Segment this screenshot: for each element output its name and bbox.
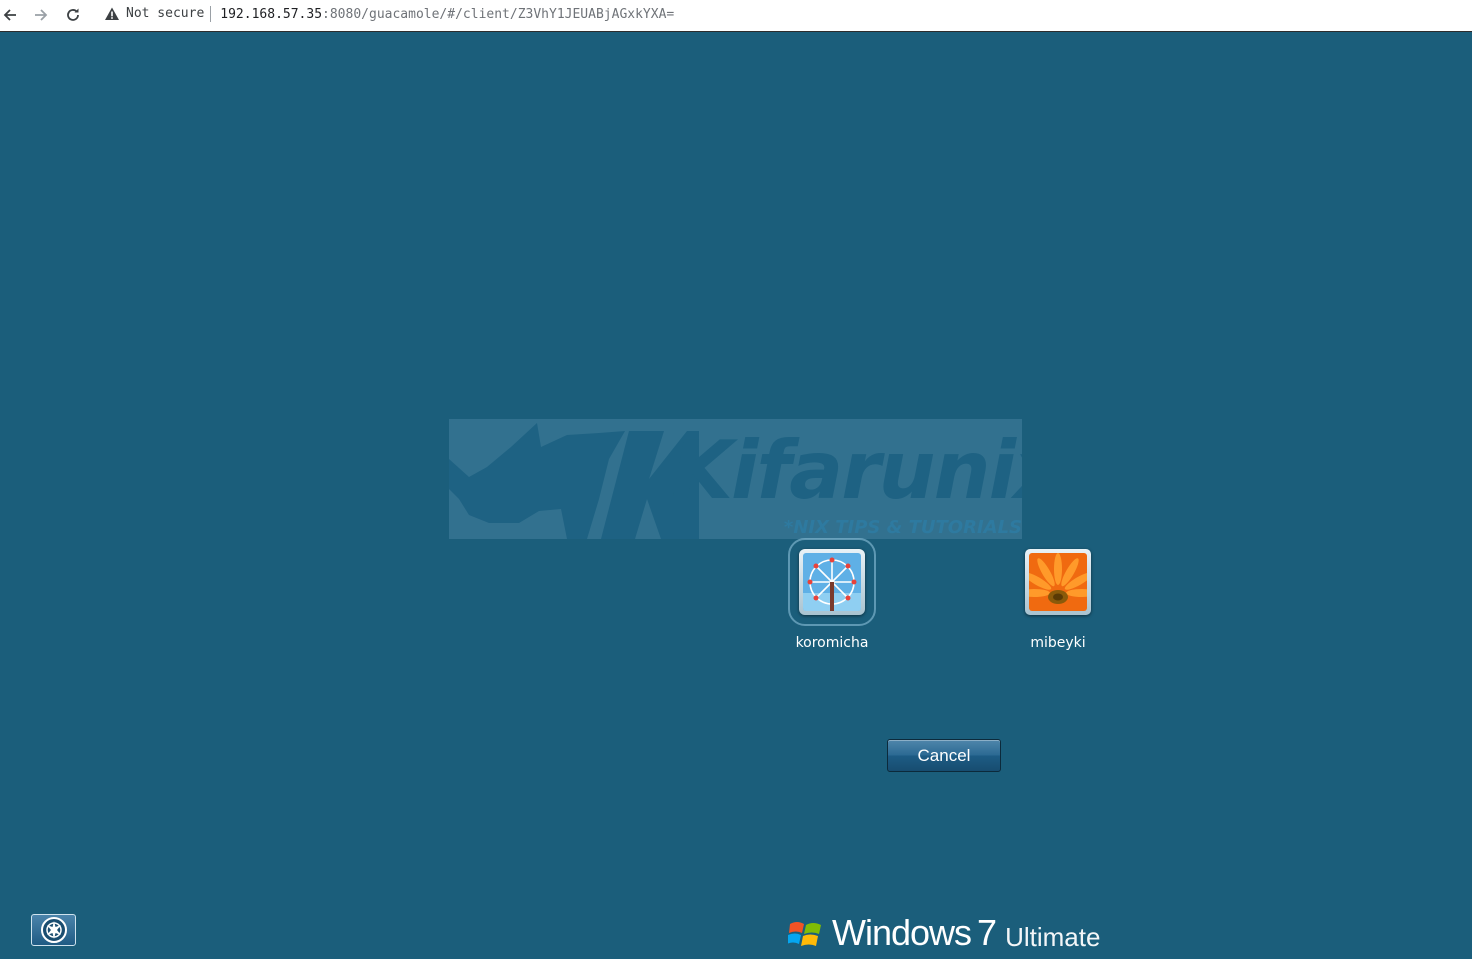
orange-flower-icon <box>1029 553 1087 611</box>
cancel-button[interactable]: Cancel <box>887 739 1001 772</box>
browser-toolbar: Not secure 192.168.57.35:8080/guacamole/… <box>0 0 1472 32</box>
reload-button[interactable] <box>61 3 85 27</box>
watermark-tagline: *NIX TIPS & TUTORIALS <box>783 517 1022 538</box>
url-text[interactable]: 192.168.57.35:8080/guacamole/#/client/Z3… <box>220 7 674 22</box>
address-bar[interactable]: Not secure 192.168.57.35:8080/guacamole/… <box>96 1 1464 27</box>
url-path: :8080/guacamole/#/client/Z3VhY1JEUABjAGx… <box>322 6 675 22</box>
user-tile-koromicha[interactable]: koromicha <box>772 538 892 651</box>
windows-logo-icon <box>788 922 821 946</box>
ease-of-access-icon <box>40 917 67 943</box>
user-name[interactable]: mibeyki <box>998 635 1118 651</box>
ferris-wheel-icon <box>803 553 861 611</box>
url-host: 192.168.57.35 <box>220 6 323 22</box>
back-arrow-icon <box>3 9 16 21</box>
user-name[interactable]: koromicha <box>772 635 892 651</box>
reload-icon <box>67 8 79 21</box>
watermark-brand: Kifarunix <box>671 424 1022 517</box>
warning-icon <box>105 7 119 20</box>
security-indicator[interactable]: Not secure <box>126 6 212 22</box>
user-tile-mibeyki[interactable]: mibeyki <box>998 549 1118 651</box>
ferris-wheel-avatar <box>803 553 861 611</box>
windows-version: 7 <box>977 912 998 953</box>
back-button[interactable] <box>0 3 22 27</box>
flower-avatar <box>1029 553 1087 611</box>
forward-button[interactable] <box>29 3 53 27</box>
avatar-frame[interactable] <box>788 538 876 626</box>
windows-wordmark: Windows <box>832 912 972 953</box>
windows-edition: Ultimate <box>1005 922 1101 952</box>
avatar-frame[interactable] <box>1025 549 1091 615</box>
windows-branding: Windows 7 Ultimate <box>788 912 1100 952</box>
rhino-icon <box>449 423 699 539</box>
ease-of-access-button[interactable] <box>31 914 76 946</box>
watermark-logo: Kifarunix *NIX TIPS & TUTORIALS <box>449 419 1022 539</box>
forward-arrow-icon <box>35 9 48 21</box>
